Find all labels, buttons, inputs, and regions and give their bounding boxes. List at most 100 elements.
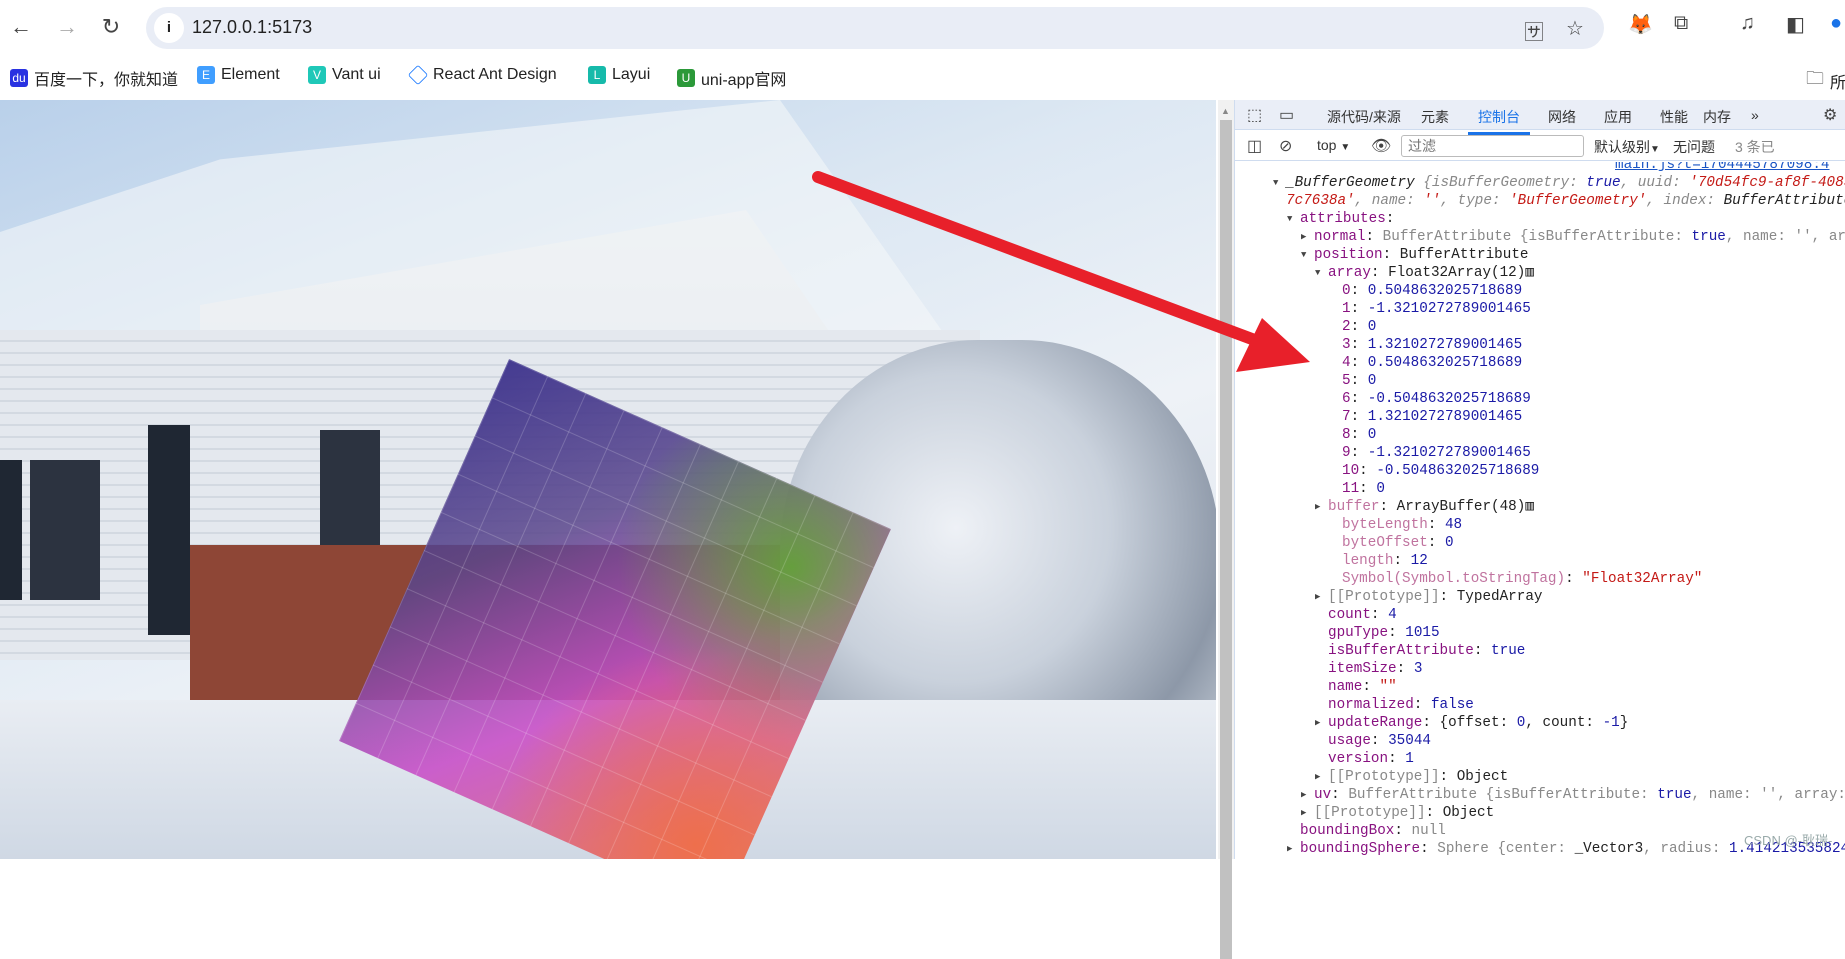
address-bar[interactable]: i 127.0.0.1:5173 🈂 ☆ (146, 7, 1604, 49)
console-token: : (1413, 697, 1431, 713)
collapsed-triangle-icon[interactable]: ▶ (1315, 498, 1328, 516)
collapsed-triangle-icon[interactable]: ▶ (1301, 228, 1314, 246)
url-text[interactable]: 127.0.0.1:5173 (192, 17, 312, 38)
collapsed-triangle-icon[interactable]: ▶ (1287, 840, 1300, 858)
scrollbar-thumb[interactable] (1220, 120, 1232, 959)
translate-icon[interactable]: 🈂 (1524, 16, 1544, 45)
console-token: name (1328, 679, 1363, 695)
issues-button[interactable]: 无问题 (1673, 137, 1715, 157)
site-info-icon[interactable]: i (154, 13, 184, 43)
console-token: 0 (1342, 283, 1351, 299)
bookmark-layui[interactable]: L Layui (588, 66, 650, 84)
filter-input[interactable] (1401, 135, 1584, 157)
page-scrollbar[interactable]: ▲ (1218, 100, 1234, 959)
bookmark-element[interactable]: E Element (197, 66, 280, 84)
console-line[interactable]: ▶ uv: BufferAttribute {isBufferAttribute:… (1301, 786, 1845, 804)
console-line[interactable]: ▶ [[Prototype]]: Object (1315, 768, 1508, 786)
console-token: 1015 (1405, 625, 1440, 641)
tab-console[interactable]: 控制台 (1468, 107, 1530, 135)
live-expression-eye-icon[interactable]: 👁 (1371, 136, 1391, 156)
console-line: 9: -1.3210272789001465 (1329, 444, 1531, 462)
dropdown-arrow-icon: ▼ (1340, 142, 1351, 153)
side-panel-icon[interactable]: ◧ (1786, 12, 1805, 37)
expanded-triangle-icon[interactable]: ▼ (1287, 210, 1300, 228)
console-token: _Vector3 (1574, 841, 1644, 857)
console-line: byteOffset: 0 (1329, 534, 1454, 552)
back-icon[interactable]: ← (6, 12, 36, 42)
console-token: : (1473, 643, 1492, 659)
console-token: , name: (1354, 193, 1424, 209)
console-line[interactable]: ▶ updateRange: {offset: 0, count: -1} (1315, 714, 1628, 732)
console-line: count: 4 (1315, 606, 1397, 624)
device-toolbar-icon[interactable]: ▭ (1279, 105, 1294, 125)
console-line: name: "" (1315, 678, 1397, 696)
clear-console-icon[interactable]: ⊘ (1279, 136, 1292, 156)
console-line[interactable]: ▼ _BufferGeometry {isBufferGeometry: true… (1273, 174, 1845, 192)
settings-gear-icon[interactable]: ⚙ (1823, 105, 1837, 125)
tab-performance[interactable]: 性能 (1660, 107, 1688, 127)
bookmark-baidu[interactable]: du 百度一下，你就知道 (10, 66, 178, 90)
tab-network[interactable]: 网络 (1548, 107, 1576, 127)
bookmark-antd[interactable]: React Ant Design (407, 64, 557, 86)
collapsed-triangle-icon[interactable]: ▶ (1315, 714, 1328, 732)
console-line[interactable]: ▶ normal: BufferAttribute {isBufferAttrib… (1301, 228, 1845, 246)
bookmarks-bar: du 百度一下，你就知道 E Element V Vant ui React Ant … (0, 54, 1845, 100)
console-line[interactable]: ▶ [[Prototype]]: Object (1301, 804, 1494, 822)
collapsed-triangle-icon[interactable]: ▶ (1301, 786, 1314, 804)
forward-icon[interactable]: → (52, 12, 82, 42)
tab-application[interactable]: 应用 (1604, 107, 1632, 127)
console-token: 2 (1342, 319, 1351, 335)
sidebar-toggle-icon[interactable]: ◫ (1247, 136, 1262, 156)
console-token: count (1328, 607, 1371, 623)
metamask-fox-icon[interactable]: 🦊 (1628, 12, 1653, 37)
bookmark-vant[interactable]: V Vant ui (308, 66, 381, 84)
console-line: 10: -0.5048632025718689 (1329, 462, 1539, 480)
collapsed-triangle-icon[interactable]: ▶ (1301, 804, 1314, 822)
expanded-triangle-icon[interactable]: ▼ (1315, 264, 1328, 282)
console-token: : (1370, 733, 1389, 749)
extensions-icon[interactable]: ⧉ (1674, 12, 1688, 35)
context-selector[interactable]: top ▼ (1317, 137, 1350, 153)
collapsed-triangle-icon[interactable]: ▶ (1315, 768, 1328, 786)
console-line[interactable]: ▶ [[Prototype]]: TypedArray (1315, 588, 1543, 606)
console-line: 1: -1.3210272789001465 (1329, 300, 1531, 318)
tab-elements[interactable]: 元素 (1421, 107, 1449, 127)
collapsed-triangle-icon[interactable]: ▶ (1315, 588, 1328, 606)
expanded-triangle-icon[interactable]: ▼ (1273, 174, 1286, 192)
console-line[interactable]: ▶ buffer: ArrayBuffer(48)▥ (1315, 498, 1534, 516)
media-control-icon[interactable]: ♫ (1740, 12, 1755, 35)
console-token: : (1396, 661, 1414, 677)
console-line[interactable]: ▼ attributes: (1287, 210, 1394, 228)
folder-icon: 🗀 (1806, 68, 1824, 88)
tab-memory[interactable]: 内存 (1703, 107, 1731, 127)
console-line: version: 1 (1315, 750, 1414, 768)
bookmark-label: React Ant Design (433, 66, 557, 83)
console-token: , name: '', array: (1725, 229, 1845, 245)
more-tabs-button[interactable]: » (1751, 107, 1759, 123)
reload-icon[interactable]: ↻ (96, 12, 126, 42)
log-level-selector[interactable]: 默认级别▼ (1594, 137, 1660, 157)
console-line[interactable]: ▼ position: BufferAttribute (1301, 246, 1529, 264)
console-token: : (1393, 553, 1411, 569)
console-line: isBufferAttribute: true (1315, 642, 1525, 660)
scroll-up-icon[interactable]: ▲ (1221, 106, 1230, 116)
expanded-triangle-icon[interactable]: ▼ (1301, 246, 1314, 264)
watermark: CSDN @-耿瑞- (1744, 833, 1833, 848)
console-token: : (1350, 301, 1368, 317)
console-token: 6 (1342, 391, 1351, 407)
all-bookmarks-folder[interactable]: 🗀 所 (1806, 66, 1845, 96)
console-line: 2: 0 (1329, 318, 1376, 336)
console-token: 5 (1342, 373, 1351, 389)
element-icon: E (197, 66, 215, 84)
source-link[interactable]: main.js?t=1704445787098:4 (1615, 162, 1830, 173)
hidden-messages-count: 3 条已 (1735, 139, 1775, 155)
profile-avatar-icon[interactable]: ● (1830, 12, 1842, 35)
console-line[interactable]: ▼ array: Float32Array(12)▥ (1315, 264, 1534, 282)
console-token: , radius: (1643, 841, 1730, 857)
webgl-canvas[interactable] (0, 100, 1216, 859)
bookmark-uniapp[interactable]: Uuni-app官网 (677, 66, 786, 90)
bookmark-star-icon[interactable]: ☆ (1566, 16, 1584, 41)
inspect-element-icon[interactable]: ⬚ (1247, 105, 1262, 125)
tab-sources[interactable]: 源代码/来源 (1327, 107, 1401, 127)
console-token: uv (1314, 787, 1332, 803)
